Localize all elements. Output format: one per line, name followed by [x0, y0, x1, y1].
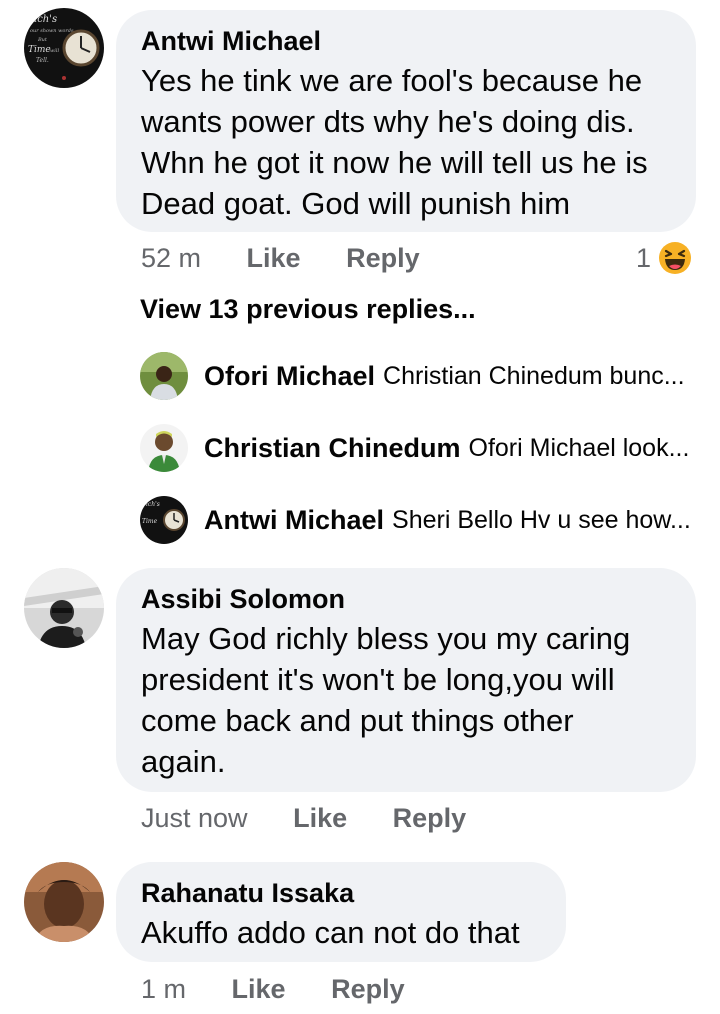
comment-line: again. [141, 744, 226, 779]
avatar-antwi-michael-small[interactable]: ich's Time [140, 496, 188, 544]
reply-preview-text: Christian Chinedum bunc... [383, 361, 685, 390]
comment-line: May God richly bless you my caring [141, 621, 631, 656]
comment-actions: 52 m Like Reply [141, 243, 420, 274]
comment-bubble-rahanatu-issaka[interactable]: Rahanatu Issaka Akuffo addo can not do t… [116, 862, 566, 962]
comment-actions: Just now Like Reply [141, 803, 466, 834]
avatar-antwi-michael[interactable]: ich's our shown words But Time will Tell… [24, 8, 104, 88]
comment-author[interactable]: Rahanatu Issaka [141, 876, 566, 910]
reaction-summary[interactable]: 1 [636, 240, 693, 276]
view-previous-replies-link[interactable]: View 13 previous replies... [140, 294, 476, 325]
reply-button[interactable]: Reply [331, 974, 405, 1005]
comment-line: president it's won't be long,you will [141, 662, 615, 697]
comment-line: come back and put things other [141, 703, 574, 738]
comment-line: Whn he got it now he will tell us he is [141, 145, 648, 180]
svg-text:Time: Time [28, 45, 51, 55]
reply-preview-text: Sheri Bello Hv u see how... [392, 505, 691, 534]
reply-preview[interactable]: Ofori Michael Christian Chinedum bunc... [140, 352, 685, 400]
reply-author[interactable]: Ofori Michael [204, 361, 375, 392]
svg-text:But: But [37, 37, 48, 43]
reply-author[interactable]: Christian Chinedum [204, 433, 461, 464]
svg-text:Tell.: Tell. [36, 57, 49, 64]
reaction-count: 1 [636, 242, 652, 273]
reply-preview-text: Ofori Michael look... [468, 433, 690, 462]
comment-author[interactable]: Antwi Michael [141, 24, 696, 58]
comment-author[interactable]: Assibi Solomon [141, 582, 696, 616]
comment-time: 52 m [141, 243, 202, 273]
avatar-christian-chinedum[interactable] [140, 424, 188, 472]
avatar-rahanatu-issaka[interactable] [24, 862, 104, 942]
comment-bubble-assibi-solomon[interactable]: Assibi Solomon May God richly bless you … [116, 568, 696, 792]
reply-preview[interactable]: ich's Time Antwi Michael Sheri Bello Hv … [140, 496, 691, 544]
comment-line: Yes he tink we are fool's because he [141, 63, 643, 98]
comment-time: Just now [141, 803, 248, 833]
comment-actions: 1 m Like Reply [141, 974, 405, 1005]
avatar-assibi-solomon[interactable] [24, 568, 104, 648]
comment-time: 1 m [141, 974, 187, 1004]
like-button[interactable]: Like [293, 803, 347, 834]
svg-text:ich's: ich's [146, 501, 160, 508]
haha-emoji-icon [659, 242, 692, 274]
reply-button[interactable]: Reply [393, 803, 467, 834]
avatar-ofori-michael[interactable] [140, 352, 188, 400]
reply-preview[interactable]: Christian Chinedum Ofori Michael look... [140, 424, 689, 472]
comment-line: Akuffo addo can not do that [141, 915, 520, 950]
svg-text:our shown words: our shown words [30, 28, 74, 34]
reply-author[interactable]: Antwi Michael [204, 505, 384, 536]
reply-button[interactable]: Reply [346, 243, 420, 274]
svg-text:ich's: ich's [34, 14, 57, 25]
svg-text:Time: Time [142, 518, 158, 525]
like-button[interactable]: Like [247, 243, 301, 274]
svg-text:will: will [50, 48, 59, 54]
comment-line: Dead goat. God will punish him [141, 186, 571, 221]
comment-line: wants power dts why he's doing dis. [141, 104, 635, 139]
like-button[interactable]: Like [232, 974, 286, 1005]
comment-bubble-antwi-michael[interactable]: Antwi Michael Yes he tink we are fool's … [116, 10, 696, 232]
